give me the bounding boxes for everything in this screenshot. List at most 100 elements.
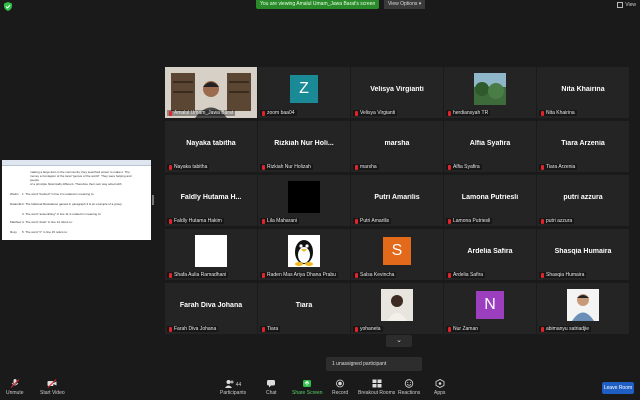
participant-name-label: herdiansyah TR [446,110,491,116]
participant-tile[interactable]: Lila Maharani [258,175,350,226]
muted-mic-icon [448,218,451,224]
participant-tile[interactable]: Shafa Aulia Ramadhani [165,229,257,280]
reactions-icon [404,379,414,388]
muted-mic-icon [169,272,172,278]
muted-mic-icon [355,272,358,278]
participant-tile[interactable]: Tiara Tiara [258,283,350,334]
profile-photo [381,289,413,321]
question-4: 4. The word "dusk" in line 14 refers to: [22,220,73,224]
document-toolbar [2,160,151,166]
participant-name-label: Amalul Umam_Jawa Barat [167,110,236,116]
participant-name-label: Lila Maharani [260,218,300,224]
participant-tile[interactable]: Shasqia Humaira Shasqia Humaira [537,229,629,280]
participant-display-name: Putri Amarilis [374,194,420,201]
participant-tile[interactable]: Lamona Putriesli Lamona Putriesli [444,175,536,226]
top-bar: You are viewing Amalul Umam_Jawa Barat's… [0,0,640,11]
avatar: N [476,291,504,319]
leave-room-button[interactable]: Leave Room [602,382,634,394]
view-options-button[interactable]: View Options ▾ [384,0,426,9]
avatar: Z [290,75,318,103]
participant-display-name: Alfia Syafira [469,140,511,147]
muted-mic-icon [448,326,451,332]
participant-name-label: Rizkiah Nur Holizah [260,164,313,170]
muted-mic-icon [262,326,265,332]
participant-name-label: Lamona Putriesli [446,218,493,224]
participant-name-label: Nita Khairina [539,110,577,116]
apps-button[interactable]: Apps [434,379,445,396]
muted-mic-icon [262,218,265,224]
participant-name-label: marsha [353,164,379,170]
muted-mic-icon [355,218,358,224]
participant-name-label: zoom baa04 [260,110,297,116]
participant-tile[interactable]: putri azzura putri azzura [537,175,629,226]
participant-tile[interactable]: Nita Khairina Nita Khairina [537,67,629,118]
participant-display-name: Nayaka tabitha [186,140,236,147]
row-label: Matthew [10,220,22,224]
muted-mic-icon [448,110,451,116]
breakout-rooms-button[interactable]: Breakout Rooms [358,379,395,396]
participants-button[interactable]: 44 Participants [220,379,246,396]
participant-tile[interactable]: Ardelia Safira Ardelia Safira [444,229,536,280]
participant-tile[interactable]: Alfia Syafira Alfia Syafira [444,121,536,172]
question-2: 2. The National Resiatance gained in par… [22,202,122,206]
grid-icon [617,2,624,8]
question-3: 3. The word "assembling" in line 11 is r… [22,212,102,216]
splitter-handle[interactable] [152,195,154,205]
participant-name-label: Farah Diva Johana [167,326,219,332]
question-5: 5. The word "it" in line 15 refers to: [22,230,68,234]
participant-display-name: Rizkiah Nur Holi... [274,140,334,147]
reactions-button[interactable]: Reactions [398,379,420,396]
muted-mic-icon [10,379,20,388]
participant-tile[interactable]: abimanyu satriadjie [537,283,629,334]
muted-mic-icon [541,164,544,170]
shared-screen-thumbnail[interactable]: making a large dam in the community, the… [2,160,151,240]
next-page-button[interactable]: ⌄ [386,335,412,347]
participant-tile[interactable]: yohaneta [351,283,443,334]
question-1: 1. The word "bucked" in line 3 is relate… [22,192,95,196]
meeting-toolbar: Unmute Start Video 44 Participants Chat … [0,377,640,400]
participant-tile[interactable]: Tiara Arzenia Tiara Arzenia [537,121,629,172]
participant-display-name: Faldly Hutama H... [180,194,242,201]
unmute-button[interactable]: Unmute [6,379,24,396]
participant-tile[interactable]: Raden Mas Ariya Dhana Prabu [258,229,350,280]
record-button[interactable]: Record [332,379,348,396]
participant-tile[interactable]: S Salsa Kevincha [351,229,443,280]
chat-button[interactable]: Chat [266,379,277,396]
participant-display-name: Tiara [295,302,313,309]
row-label: Wodin [10,192,19,196]
muted-mic-icon [169,326,172,332]
participant-tile[interactable]: Farah Diva Johana Farah Diva Johana [165,283,257,334]
participant-name-label: Tiara Arzenia [539,164,578,170]
participant-tile[interactable]: Faldly Hutama H... Faldly Hutama Hakim [165,175,257,226]
record-icon [336,379,344,388]
participant-tile[interactable]: herdiansyah TR [444,67,536,118]
profile-photo [567,289,599,321]
participant-display-name: Velisya Virgianti [370,86,424,93]
view-button[interactable]: View [617,2,636,8]
participant-name-label: Ardelia Safira [446,272,486,278]
participant-tile[interactable]: Amalul Umam_Jawa Barat [165,67,257,118]
penguin-avatar [288,235,320,267]
participant-tile[interactable]: Zzoom baa04 [258,67,350,118]
participant-tile[interactable]: Putri Amarilis Putri Amarilis [351,175,443,226]
muted-mic-icon [169,110,172,116]
unassigned-participant-notice[interactable]: 1 unassigned participant [326,357,422,371]
participant-tile[interactable]: Nayaka tabitha Nayaka tabitha [165,121,257,172]
participant-tile[interactable]: marsha marsha [351,121,443,172]
participant-tile[interactable]: Velisya Virgianti Velisya Virgianti [351,67,443,118]
share-screen-button[interactable]: Share Screen [292,379,323,396]
row-label: Rosy [10,230,17,234]
muted-mic-icon [355,326,358,332]
participant-name-label: Alfia Syafira [446,164,482,170]
participant-tile[interactable]: N Nur Zaman [444,283,536,334]
participants-icon [224,380,234,388]
muted-mic-icon [169,164,172,170]
participant-display-name: Ardelia Safira [467,248,513,255]
breakout-rooms-icon [372,379,382,388]
participants-count: 44 [235,381,242,388]
participant-tile[interactable]: Rizkiah Nur Holi... Rizkiah Nur Holizah [258,121,350,172]
participant-name-label: Faldly Hutama Hakim [167,218,224,224]
security-shield-icon[interactable] [4,2,12,11]
start-video-button[interactable]: Start Video [40,379,65,396]
participant-name-label: abimanyu satriadjie [539,326,592,332]
